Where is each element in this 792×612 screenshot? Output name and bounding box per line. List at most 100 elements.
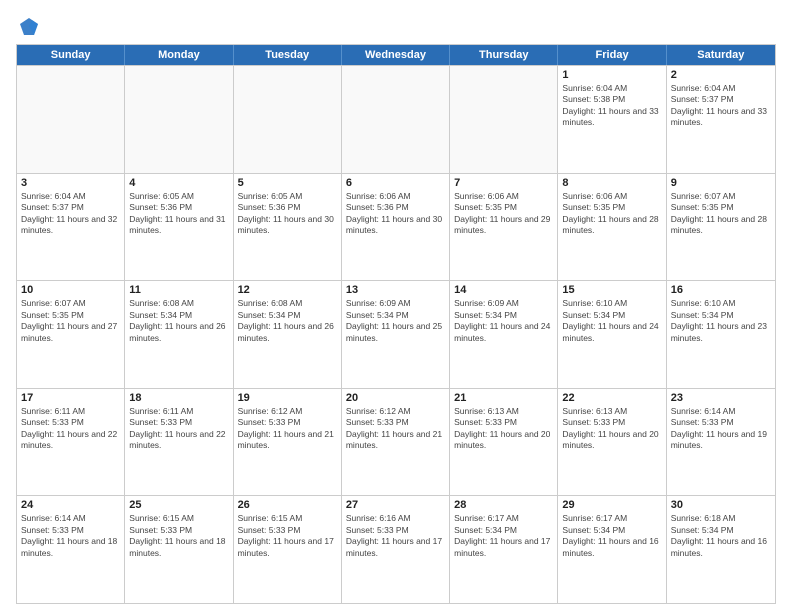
calendar-cell: 28Sunrise: 6:17 AM Sunset: 5:34 PM Dayli… [450,496,558,603]
day-info: Sunrise: 6:04 AM Sunset: 5:38 PM Dayligh… [562,83,661,129]
day-number: 21 [454,392,553,404]
calendar-cell: 18 Sunrise: 6:11 AM Sunset: 5:33 PM Dayli… [125,389,233,496]
calendar-cell: 17 Sunrise: 6:11 AM Sunset: 5:33 PM Dayli… [17,389,125,496]
day-number: 15 [562,284,661,296]
calendar-cell: 24 Sunrise: 6:14 AM Sunset: 5:33 PM Dayli… [17,496,125,603]
day-info: Sunrise: 6:15 AM Sunset: 5:33 PM Dayligh… [238,513,337,559]
calendar-cell: 8Sunrise: 6:06 AM Sunset: 5:35 PM Daylig… [558,174,666,281]
calendar-cell: 6 Sunrise: 6:06 AM Sunset: 5:36 PM Daylig… [342,174,450,281]
day-number: 2 [671,69,771,81]
day-number: 5 [238,177,337,189]
day-info: Sunrise: 6:17 AM Sunset: 5:34 PM Dayligh… [562,513,661,559]
day-info: Sunrise: 6:12 AM Sunset: 5:33 PM Dayligh… [346,406,445,452]
calendar-cell: 15 Sunrise: 6:10 AM Sunset: 5:34 PM Dayli… [558,281,666,388]
day-number: 16 [671,284,771,296]
day-info: Sunrise: 6:11 AM Sunset: 5:33 PM Dayligh… [129,406,228,452]
calendar-week-1: 1 Sunrise: 6:04 AM Sunset: 5:38 PM Daylig… [17,65,775,173]
day-info: Sunrise: 6:05 AM Sunset: 5:36 PM Dayligh… [238,191,337,237]
day-info: Sunrise: 6:13 AM Sunset: 5:33 PM Dayligh… [454,406,553,452]
day-info: Sunrise: 6:10 AM Sunset: 5:34 PM Dayligh… [671,298,771,344]
calendar-cell: 19Sunrise: 6:12 AM Sunset: 5:33 PM Dayli… [234,389,342,496]
day-info: Sunrise: 6:16 AM Sunset: 5:33 PM Dayligh… [346,513,445,559]
calendar-week-3: 10 Sunrise: 6:07 AM Sunset: 5:35 PM Dayli… [17,280,775,388]
day-info: Sunrise: 6:06 AM Sunset: 5:36 PM Dayligh… [346,191,445,237]
calendar-cell: 30 Sunrise: 6:18 AM Sunset: 5:34 PM Dayli… [667,496,775,603]
calendar-cell: 4Sunrise: 6:05 AM Sunset: 5:36 PM Daylig… [125,174,233,281]
logo-icon [18,16,40,38]
calendar-cell: 11 Sunrise: 6:08 AM Sunset: 5:34 PM Dayli… [125,281,233,388]
day-number: 11 [129,284,228,296]
day-info: Sunrise: 6:04 AM Sunset: 5:37 PM Dayligh… [21,191,120,237]
day-number: 22 [562,392,661,404]
day-info: Sunrise: 6:17 AM Sunset: 5:34 PM Dayligh… [454,513,553,559]
day-info: Sunrise: 6:06 AM Sunset: 5:35 PM Dayligh… [562,191,661,237]
calendar-cell [450,66,558,173]
day-number: 10 [21,284,120,296]
header-day-thursday: Thursday [450,45,558,65]
header-day-sunday: Sunday [17,45,125,65]
calendar-cell: 20 Sunrise: 6:12 AM Sunset: 5:33 PM Dayli… [342,389,450,496]
calendar-cell: 3 Sunrise: 6:04 AM Sunset: 5:37 PM Daylig… [17,174,125,281]
day-info: Sunrise: 6:11 AM Sunset: 5:33 PM Dayligh… [21,406,120,452]
day-number: 23 [671,392,771,404]
day-info: Sunrise: 6:04 AM Sunset: 5:37 PM Dayligh… [671,83,771,129]
day-number: 17 [21,392,120,404]
calendar-week-2: 3 Sunrise: 6:04 AM Sunset: 5:37 PM Daylig… [17,173,775,281]
header-day-tuesday: Tuesday [234,45,342,65]
calendar-cell: 26Sunrise: 6:15 AM Sunset: 5:33 PM Dayli… [234,496,342,603]
calendar-header: SundayMondayTuesdayWednesdayThursdayFrid… [17,45,775,65]
calendar-week-5: 24 Sunrise: 6:14 AM Sunset: 5:33 PM Dayli… [17,495,775,603]
day-info: Sunrise: 6:07 AM Sunset: 5:35 PM Dayligh… [671,191,771,237]
calendar-cell: 1 Sunrise: 6:04 AM Sunset: 5:38 PM Daylig… [558,66,666,173]
day-info: Sunrise: 6:18 AM Sunset: 5:34 PM Dayligh… [671,513,771,559]
day-number: 30 [671,499,771,511]
calendar-cell: 16 Sunrise: 6:10 AM Sunset: 5:34 PM Dayli… [667,281,775,388]
day-info: Sunrise: 6:13 AM Sunset: 5:33 PM Dayligh… [562,406,661,452]
day-info: Sunrise: 6:09 AM Sunset: 5:34 PM Dayligh… [346,298,445,344]
day-info: Sunrise: 6:08 AM Sunset: 5:34 PM Dayligh… [129,298,228,344]
day-info: Sunrise: 6:07 AM Sunset: 5:35 PM Dayligh… [21,298,120,344]
day-number: 24 [21,499,120,511]
header-day-friday: Friday [558,45,666,65]
day-number: 13 [346,284,445,296]
header-day-monday: Monday [125,45,233,65]
calendar-cell: 2 Sunrise: 6:04 AM Sunset: 5:37 PM Daylig… [667,66,775,173]
day-number: 9 [671,177,771,189]
day-info: Sunrise: 6:10 AM Sunset: 5:34 PM Dayligh… [562,298,661,344]
calendar-cell: 5 Sunrise: 6:05 AM Sunset: 5:36 PM Daylig… [234,174,342,281]
calendar-cell [125,66,233,173]
day-info: Sunrise: 6:12 AM Sunset: 5:33 PM Dayligh… [238,406,337,452]
calendar-cell: 7 Sunrise: 6:06 AM Sunset: 5:35 PM Daylig… [450,174,558,281]
header-day-saturday: Saturday [667,45,775,65]
logo [16,12,40,38]
day-number: 3 [21,177,120,189]
calendar-week-4: 17 Sunrise: 6:11 AM Sunset: 5:33 PM Dayli… [17,388,775,496]
day-number: 1 [562,69,661,81]
calendar-cell: 13 Sunrise: 6:09 AM Sunset: 5:34 PM Dayli… [342,281,450,388]
day-info: Sunrise: 6:09 AM Sunset: 5:34 PM Dayligh… [454,298,553,344]
day-info: Sunrise: 6:14 AM Sunset: 5:33 PM Dayligh… [671,406,771,452]
day-number: 29 [562,499,661,511]
calendar-cell: 9 Sunrise: 6:07 AM Sunset: 5:35 PM Daylig… [667,174,775,281]
day-number: 18 [129,392,228,404]
day-info: Sunrise: 6:14 AM Sunset: 5:33 PM Dayligh… [21,513,120,559]
calendar-cell: 22 Sunrise: 6:13 AM Sunset: 5:33 PM Dayli… [558,389,666,496]
calendar-body: 1 Sunrise: 6:04 AM Sunset: 5:38 PM Daylig… [17,65,775,603]
page-header [16,12,776,38]
day-number: 20 [346,392,445,404]
day-number: 12 [238,284,337,296]
day-info: Sunrise: 6:08 AM Sunset: 5:34 PM Dayligh… [238,298,337,344]
day-info: Sunrise: 6:15 AM Sunset: 5:33 PM Dayligh… [129,513,228,559]
day-number: 25 [129,499,228,511]
calendar-cell: 12 Sunrise: 6:08 AM Sunset: 5:34 PM Dayli… [234,281,342,388]
day-info: Sunrise: 6:06 AM Sunset: 5:35 PM Dayligh… [454,191,553,237]
calendar-cell: 25 Sunrise: 6:15 AM Sunset: 5:33 PM Dayli… [125,496,233,603]
calendar: SundayMondayTuesdayWednesdayThursdayFrid… [16,44,776,604]
day-number: 6 [346,177,445,189]
day-info: Sunrise: 6:05 AM Sunset: 5:36 PM Dayligh… [129,191,228,237]
calendar-cell: 23 Sunrise: 6:14 AM Sunset: 5:33 PM Dayli… [667,389,775,496]
day-number: 27 [346,499,445,511]
calendar-cell: 29 Sunrise: 6:17 AM Sunset: 5:34 PM Dayli… [558,496,666,603]
calendar-cell: 14Sunrise: 6:09 AM Sunset: 5:34 PM Dayli… [450,281,558,388]
day-number: 7 [454,177,553,189]
